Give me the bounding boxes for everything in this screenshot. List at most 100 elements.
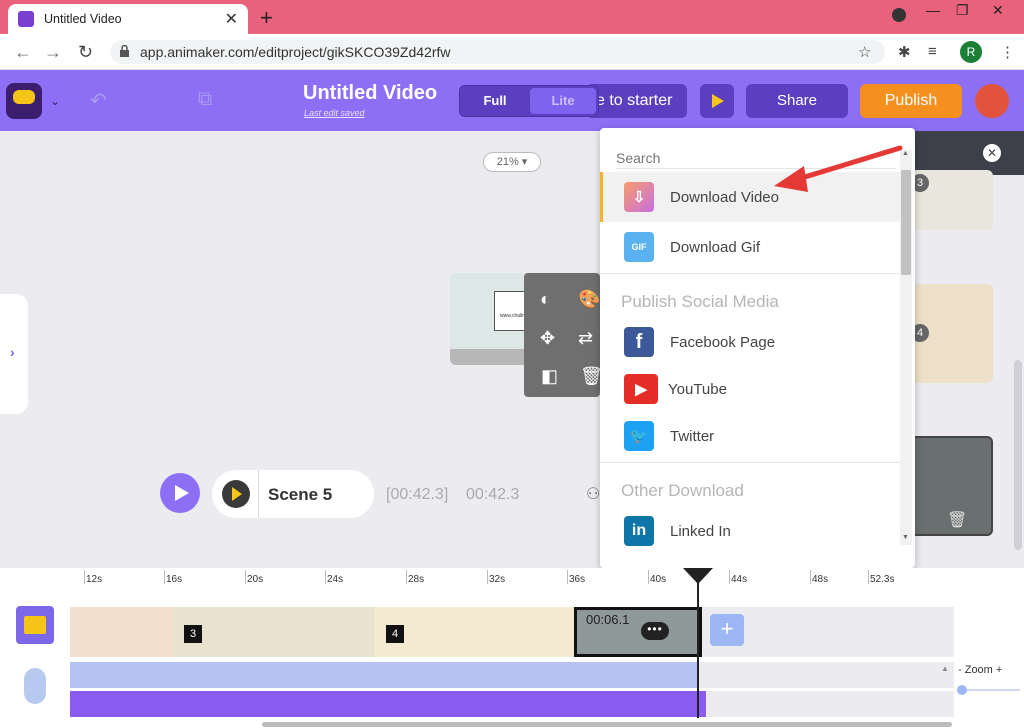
- flip-icon[interactable]: ◧: [541, 366, 558, 387]
- ruler-tick: [325, 570, 326, 584]
- video-track-icon[interactable]: [16, 606, 54, 644]
- switch-to-starter-button[interactable]: e to starter: [590, 84, 687, 118]
- ruler-tick: [406, 570, 407, 584]
- twitter-item[interactable]: 🐦 Twitter: [600, 411, 900, 461]
- facebook-page-label: Facebook Page: [670, 333, 776, 351]
- close-window-button[interactable]: ✕: [992, 2, 1004, 19]
- delete-scene-icon[interactable]: 🗑: [947, 510, 967, 530]
- preview-play-button[interactable]: [700, 84, 734, 118]
- chevron-right-icon: ›: [10, 344, 15, 360]
- playhead[interactable]: [697, 568, 699, 718]
- url-text[interactable]: app.animaker.com/editproject/gikSKCO39Zd…: [140, 44, 450, 60]
- red-arrow-annotation: [774, 145, 903, 192]
- ruler-tick: [567, 570, 568, 584]
- ruler-tick: [487, 570, 488, 584]
- last-saved-link[interactable]: Last edit saved: [304, 108, 365, 118]
- timeline-clip[interactable]: [374, 607, 574, 657]
- extensions-icon[interactable]: ✱: [898, 43, 911, 61]
- play-icon: [232, 487, 242, 501]
- play-icon: [712, 94, 724, 108]
- color-adjust-icon[interactable]: ◐: [540, 289, 551, 310]
- timeline-zoom-knob[interactable]: [957, 685, 967, 695]
- ruler-tick: [648, 570, 649, 584]
- profile-menu-icon[interactable]: [892, 8, 906, 22]
- user-icon[interactable]: ⚇: [586, 484, 600, 504]
- linkedin-label: Linked In: [670, 522, 731, 540]
- clip-badge: 4: [386, 625, 404, 643]
- microphone-icon[interactable]: [24, 668, 46, 704]
- move-icon[interactable]: ✥: [540, 328, 555, 349]
- timeline-clip[interactable]: [174, 607, 374, 657]
- ruler-tick: [729, 570, 730, 584]
- audio-track-1[interactable]: [70, 662, 698, 688]
- download-gif-item[interactable]: GIF Download Gif: [600, 222, 900, 272]
- scene-thumb-4[interactable]: 4: [903, 284, 993, 383]
- tab-close-icon[interactable]: ✕: [225, 9, 238, 29]
- project-title[interactable]: Untitled Video: [303, 82, 437, 105]
- publish-button[interactable]: Publish: [860, 84, 962, 118]
- canvas-zoom-select[interactable]: 21% ▾: [483, 152, 541, 172]
- youtube-icon: ▶: [624, 374, 658, 404]
- clip-duration: 00:06.1: [586, 612, 630, 627]
- clip-menu-button[interactable]: •••: [641, 622, 669, 640]
- palette-icon[interactable]: 🎨: [578, 289, 600, 310]
- swap-icon[interactable]: ⇄: [578, 328, 593, 349]
- maximize-button[interactable]: ❐: [956, 2, 969, 19]
- divider: [258, 470, 259, 518]
- ruler-label: 24s: [327, 574, 344, 585]
- dropdown-divider: [600, 273, 900, 274]
- reload-icon[interactable]: ↻: [78, 42, 93, 63]
- timeline-scrollbar[interactable]: [262, 722, 952, 727]
- media-control-icon[interactable]: ≡: [928, 43, 937, 60]
- facebook-page-item[interactable]: f Facebook Page: [600, 317, 900, 367]
- playhead-handle[interactable]: [683, 568, 713, 584]
- scene-name[interactable]: Scene 5: [268, 485, 332, 505]
- scene-play-button[interactable]: [222, 480, 250, 508]
- play-scene-button[interactable]: [160, 473, 200, 513]
- mode-full-button[interactable]: Full: [462, 88, 528, 114]
- left-panel-toggle[interactable]: ›: [0, 294, 28, 414]
- browser-tab[interactable]: Untitled Video ✕: [8, 4, 248, 34]
- scene-thumb-5[interactable]: 🗑: [903, 436, 993, 536]
- undo-icon[interactable]: ↶: [90, 88, 107, 113]
- download-video-icon: ⇩: [624, 182, 654, 212]
- scene-thumb-3[interactable]: 3: [903, 170, 993, 230]
- share-button[interactable]: Share: [746, 84, 848, 118]
- minimize-button[interactable]: —: [926, 2, 940, 18]
- animaker-favicon: [18, 11, 34, 27]
- tab-title: Untitled Video: [44, 12, 122, 26]
- linkedin-icon: in: [624, 516, 654, 546]
- ruler-tick: [810, 570, 811, 584]
- scene-time-range: [00:42.3]: [386, 486, 449, 503]
- video-icon: [24, 616, 46, 634]
- close-icon[interactable]: ✕: [983, 144, 1001, 162]
- scroll-down-icon[interactable]: ▼: [902, 534, 909, 541]
- ruler-label: 32s: [489, 574, 506, 585]
- logo-menu-chevron-icon[interactable]: ⌄: [50, 94, 60, 108]
- timeline-clip[interactable]: [70, 607, 174, 657]
- section-other-heading: Other Download: [621, 481, 744, 500]
- new-tab-button[interactable]: +: [260, 5, 273, 31]
- bookmark-star-icon[interactable]: ☆: [858, 43, 871, 61]
- ruler-tick: [84, 570, 85, 584]
- ruler-tick: [245, 570, 246, 584]
- ruler-label: 52.3s: [870, 574, 895, 585]
- forward-icon[interactable]: →: [44, 42, 62, 63]
- right-panel-scrollbar[interactable]: [1014, 360, 1022, 550]
- youtube-item[interactable]: ▶ YouTube: [600, 364, 900, 414]
- facebook-icon: f: [624, 327, 654, 357]
- timeline-zoom-slider[interactable]: [962, 689, 1020, 691]
- browser-menu-icon[interactable]: ⋮: [1000, 43, 1015, 61]
- profile-avatar[interactable]: R: [960, 41, 982, 63]
- back-icon[interactable]: ←: [14, 42, 32, 63]
- ruler-label: 20s: [247, 574, 264, 585]
- play-icon: [175, 485, 189, 501]
- copy-icon[interactable]: ⧉: [198, 88, 212, 111]
- mascot-avatar[interactable]: [975, 84, 1009, 118]
- add-scene-button[interactable]: +: [710, 614, 744, 646]
- linkedin-item[interactable]: in Linked In: [600, 506, 900, 556]
- scroll-up-icon[interactable]: ▲: [941, 664, 949, 673]
- audio-track-2[interactable]: [70, 691, 706, 717]
- youtube-label: YouTube: [668, 380, 727, 398]
- mode-lite-button[interactable]: Lite: [530, 88, 596, 114]
